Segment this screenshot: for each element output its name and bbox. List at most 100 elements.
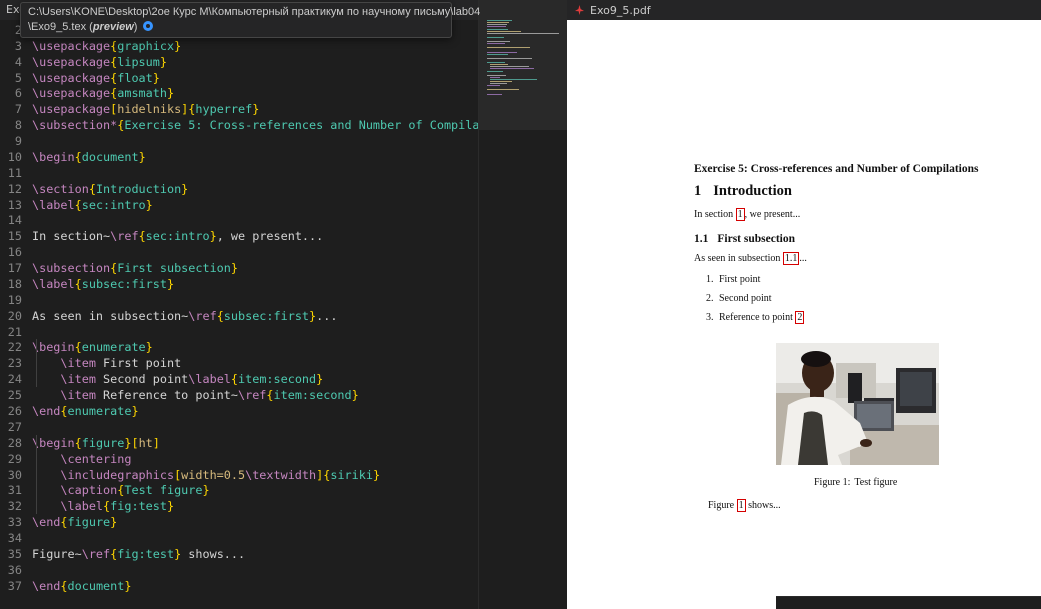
line-number: 20 [7, 308, 22, 323]
code-line[interactable]: 21 [0, 324, 478, 340]
pdf-list-item-text: First point [719, 274, 761, 285]
line-number: 22 [7, 340, 22, 355]
code-line[interactable]: 27 [0, 419, 478, 435]
code-text: \usepackage[hidelniks]{hyperref} [32, 102, 260, 117]
code-line[interactable]: 22 \begin{enumerate} [0, 339, 478, 355]
minimap-line [487, 89, 519, 91]
minimap-line [487, 74, 506, 76]
code-line[interactable]: 7 \usepackage[hidelniks]{hyperref} [0, 101, 478, 117]
minimap-line [487, 70, 503, 72]
code-line[interactable]: 16 [0, 244, 478, 260]
code-line[interactable]: 4 \usepackage{lipsum} [0, 54, 478, 70]
pdf-section-number: 1 [694, 183, 702, 199]
pdf-figure-paragraph: Figure 1 shows... [708, 499, 781, 512]
line-number: 6 [14, 86, 22, 101]
code-text: \section{Introduction} [32, 181, 189, 196]
hover-path-line: C:\Users\KONE\Desktop\2oe Курс M\Компьют… [28, 6, 481, 18]
pdf-subsection-title: First subsection [717, 233, 795, 245]
pdf-intro-text-after: , we present... [744, 209, 801, 220]
code-line[interactable]: 35 Figure~\ref{fig:test} shows... [0, 546, 478, 562]
code-line[interactable]: 29 \centering [0, 451, 478, 467]
viewer-tab-bar: Exo9_5.pdf [567, 0, 1041, 20]
code-line[interactable]: 3 \usepackage{graphicx} [0, 38, 478, 54]
line-number: 30 [7, 467, 22, 482]
code-text: \item Reference to point~\ref{item:secon… [60, 388, 359, 403]
pdf-file-icon [575, 5, 584, 15]
pdf-ref-link-figure[interactable]: 1 [736, 499, 746, 512]
code-text: \usepackage{amsmath} [32, 86, 175, 101]
pdf-list-item-text: Second point [719, 293, 772, 304]
code-line[interactable]: 34 [0, 530, 478, 546]
code-text: \label{subsec:first} [32, 276, 175, 291]
line-number: 4 [14, 54, 22, 69]
code-line[interactable]: 15 In section~\ref{sec:intro}, we present… [0, 228, 478, 244]
code-line[interactable]: 19 [0, 292, 478, 308]
pdf-ref-link-item[interactable]: 2 [795, 311, 805, 324]
hover-file-line: \Exo9_5.tex (preview) [28, 20, 444, 35]
indent-guide [36, 339, 37, 388]
code-line[interactable]: 32 \label{fig:test} [0, 498, 478, 514]
code-line[interactable]: 33 \end{figure} [0, 514, 478, 530]
code-line[interactable]: 11 [0, 165, 478, 181]
line-number: 25 [7, 388, 22, 403]
line-number: 15 [7, 229, 22, 244]
pdf-tab[interactable]: Exo9_5.pdf [567, 0, 659, 20]
line-number: 17 [7, 261, 22, 276]
minimap-line [487, 30, 521, 32]
horizontal-scrollbar[interactable] [776, 596, 1041, 609]
minimap[interactable] [478, 0, 568, 609]
code-line[interactable]: 9 [0, 133, 478, 149]
code-line[interactable]: 31 \caption{Test figure} [0, 482, 478, 498]
code-text: \subsection{First subsection} [32, 261, 238, 276]
line-number: 27 [7, 419, 22, 434]
minimap-line [489, 83, 507, 85]
line-number: 9 [14, 134, 22, 149]
code-line[interactable]: 25 \item Reference to point~\ref{item:se… [0, 387, 478, 403]
code-line[interactable]: 18 \label{subsec:first} [0, 276, 478, 292]
hover-file-name: \Exo9_5.tex [28, 21, 87, 33]
code-area[interactable]: 12\usepackage[T1]{fontenc}3\usepackage{g… [0, 20, 478, 609]
code-line[interactable]: 12 \section{Introduction} [0, 181, 478, 197]
settings-gear-icon[interactable] [142, 21, 153, 31]
code-line[interactable]: 24 \item Second point\label{item:second} [0, 371, 478, 387]
code-line[interactable]: 20 As seen in subsection~\ref{subsec:firs… [0, 308, 478, 324]
line-number: 32 [7, 499, 22, 514]
code-line[interactable]: 5 \usepackage{float} [0, 70, 478, 86]
line-number: 18 [7, 276, 22, 291]
code-line[interactable]: 26 \end{enumerate} [0, 403, 478, 419]
pdf-viewer-pane: Exo9_5.pdf Exercise 5: Cross-references … [567, 0, 1041, 609]
code-line[interactable]: 14 [0, 212, 478, 228]
line-number: 8 [14, 118, 22, 133]
minimap-line [487, 32, 560, 34]
code-line[interactable]: 37 \end{document} [0, 578, 478, 594]
pdf-ref-link-section[interactable]: 1 [735, 208, 745, 221]
code-text: \usepackage{float} [32, 70, 160, 85]
code-line[interactable]: 10 \begin{document} [0, 149, 478, 165]
line-number: 2 [14, 22, 22, 37]
code-line[interactable]: 28 \begin{figure}[ht] [0, 435, 478, 451]
line-number: 31 [7, 483, 22, 498]
code-line[interactable]: 6 \usepackage{amsmath} [0, 85, 478, 101]
pdf-list-item-number: 1. [706, 274, 714, 285]
minimap-line [487, 85, 500, 87]
code-line[interactable]: 17 \subsection{First subsection} [0, 260, 478, 276]
figure-photo-drawing [776, 343, 939, 465]
minimap-line [487, 51, 518, 53]
code-text: \usepackage{graphicx} [32, 38, 182, 53]
line-number: 16 [7, 245, 22, 260]
line-number: 12 [7, 181, 22, 196]
code-text: \label{sec:intro} [32, 197, 153, 212]
code-text: \includegraphics[width=0.5\textwidth]{si… [60, 467, 381, 482]
code-line[interactable]: 8 \subsection*{Exercise 5: Cross-referenc… [0, 117, 478, 133]
pdf-list-item-number: 3. [706, 312, 714, 323]
code-line[interactable]: 30 \includegraphics[width=0.5\textwidth]… [0, 467, 478, 483]
code-line[interactable]: 23 \item First point [0, 355, 478, 371]
minimap-line [487, 28, 508, 30]
code-line[interactable]: 36 [0, 562, 478, 578]
code-text: \end{enumerate} [32, 404, 139, 418]
code-text: \subsection*{Exercise 5: Cross-reference… [32, 118, 478, 133]
line-number: 34 [7, 531, 22, 546]
file-path-hover: C:\Users\KONE\Desktop\2oe Курс M\Компьют… [20, 2, 481, 38]
pdf-ref-link-subsection[interactable]: 1.1 [782, 252, 800, 265]
code-line[interactable]: 13 \label{sec:intro} [0, 197, 478, 213]
